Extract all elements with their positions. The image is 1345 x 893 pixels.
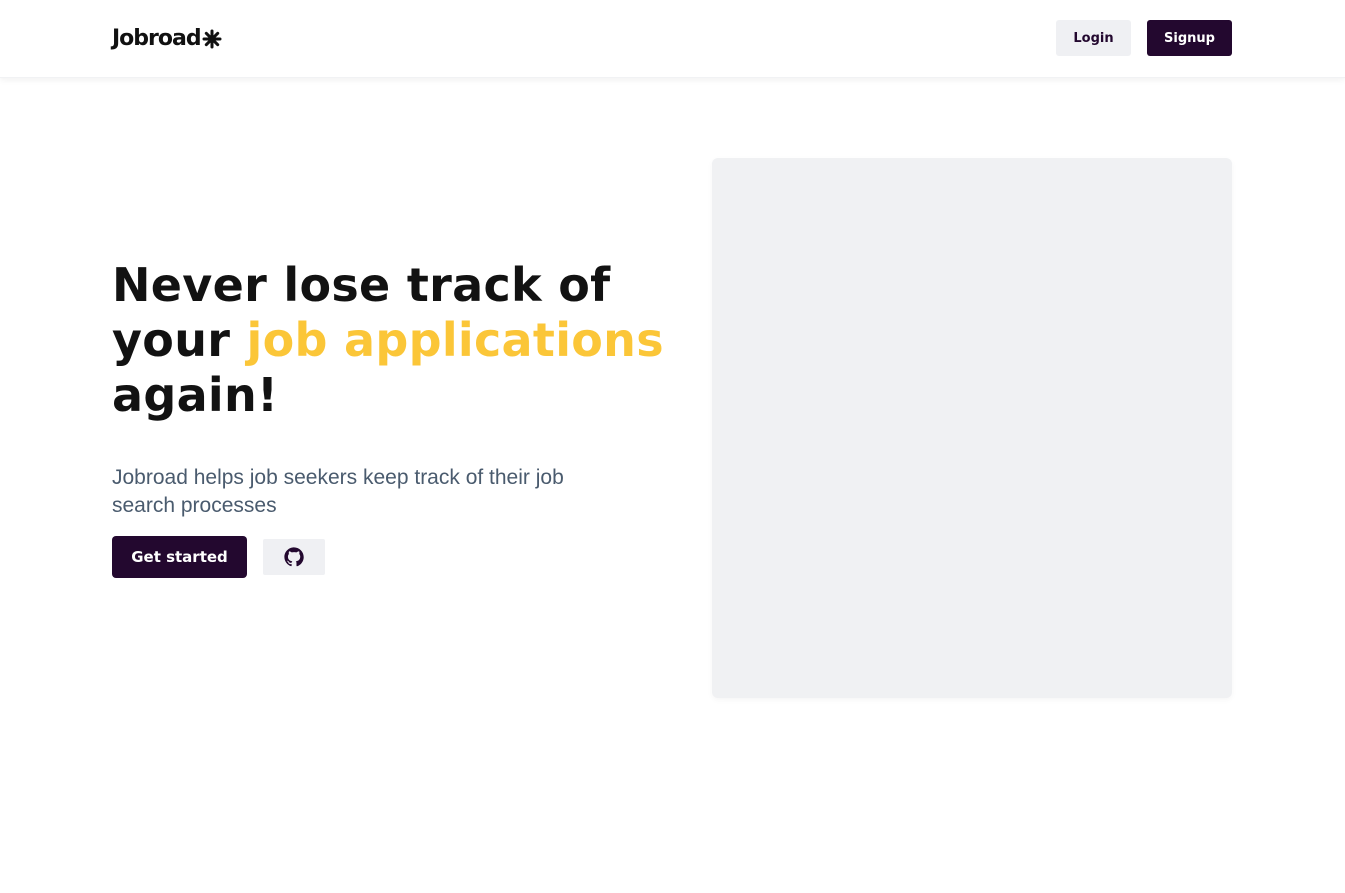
hero-title: Never lose track of your job application… <box>112 258 672 423</box>
get-started-button[interactable]: Get started <box>112 536 247 578</box>
logo-text: Jobroad <box>112 26 202 51</box>
hero-image-placeholder <box>712 158 1232 698</box>
login-button[interactable]: Login <box>1056 20 1131 56</box>
github-button[interactable] <box>263 539 325 575</box>
github-icon <box>284 547 304 567</box>
signup-button[interactable]: Signup <box>1147 20 1232 56</box>
navbar: Jobroad Login Signup <box>0 0 1345 78</box>
asterisk-icon <box>202 29 222 49</box>
hero-title-part2: again! <box>112 368 279 422</box>
hero-subtitle: Jobroad helps job seekers keep track of … <box>112 466 564 517</box>
logo[interactable]: Jobroad <box>112 24 222 54</box>
hero-title-accent: job applications <box>246 313 664 367</box>
